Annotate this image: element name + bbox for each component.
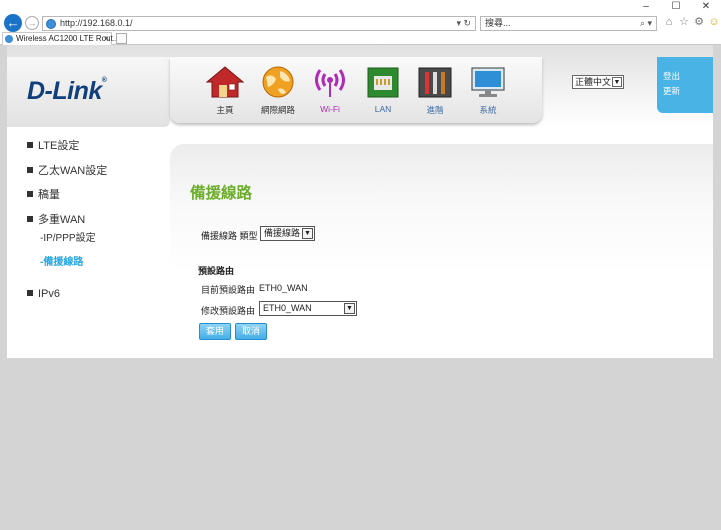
current-route-value: ETH0_WAN [259,283,308,293]
sidebar-item-traffic[interactable]: 稿量 [7,186,170,211]
bullet-icon [27,191,33,197]
nav-advanced[interactable]: 進階 [410,65,460,116]
main-content: 備援線路 備援線路 類型 備援線路 ▼ 預設路由 目前預設路由 ETH0_WAN… [170,144,713,358]
bullet-icon [27,215,33,222]
nav-internet-label: 網際網路 [260,105,295,115]
browser-tab[interactable]: Wireless AC1200 LTE Rout... × [2,32,119,45]
default-route-heading: 預設路由 [198,266,235,276]
bullet-icon [27,290,33,296]
address-text[interactable]: http://192.168.0.1/ [60,17,133,30]
refresh-icon[interactable]: ▾ ↻ [456,17,471,30]
sidebar-sub-backup-line[interactable]: -備援線路 [7,254,170,285]
chevron-down-icon: ▼ [344,303,355,314]
dlink-logo: D-Link® [27,77,107,105]
lan-icon [367,67,399,98]
backup-type-value: 備援線路 [264,228,301,238]
sidebar-sub-ip-ppp[interactable]: -IP/PPP設定 [7,230,170,255]
nav-home[interactable]: 主頁 [200,65,250,116]
ie-page-icon [46,19,56,29]
address-bar[interactable]: http://192.168.0.1/ ▾ ↻ [42,16,476,31]
nav-wifi[interactable]: Wi-Fi [305,65,355,114]
sidebar: LTE設定 乙太WAN設定 稿量 多重WAN -IP/PPP設定 -備援線路 I… [7,137,170,310]
wifi-icon [315,69,345,97]
minimize-button[interactable]: – [631,0,661,14]
backup-type-label: 備援線路 類型 [201,231,258,241]
browser-toolbar: ← → http://192.168.0.1/ ▾ ↻ 搜尋... ⌕ ▾ ⌂ … [0,14,721,32]
page-title: 備援線路 [190,185,253,202]
chevron-down-icon: ▼ [302,228,313,239]
nav-system[interactable]: 系統 [463,65,513,116]
sidebar-item-multi-wan[interactable]: 多重WAN [7,211,170,230]
globe-icon [262,66,294,98]
current-route-label: 目前預設路由 [201,285,256,295]
main-nav: 主頁 網際網路 Wi-Fi LAN 進階 系統 [170,57,542,123]
nav-home-label: 主頁 [216,105,234,115]
tab-close-icon[interactable]: × [104,33,109,45]
tab-favicon-icon [5,35,13,43]
nav-advanced-label: 進階 [426,105,444,115]
monitor-icon [471,67,505,97]
back-arrow-icon[interactable]: ← [4,14,22,32]
forward-arrow-icon[interactable]: → [25,16,39,30]
nav-lan[interactable]: LAN [358,65,408,114]
favorites-star-icon[interactable]: ☆ [678,15,690,29]
feedback-smiley-icon[interactable]: ☺ [708,15,720,29]
modify-route-select[interactable]: ETH0_WAN ▼ [259,301,357,316]
apply-button[interactable]: 套用 [199,323,231,340]
user-panel: 登出 更新 [657,57,713,113]
settings-gear-icon[interactable]: ⚙ [693,15,705,29]
router-page: D-Link® 主頁 網際網路 Wi-Fi LAN 進階 系統 正體中文 ▼ 登… [7,45,713,358]
search-box[interactable]: 搜尋... ⌕ ▾ [480,16,657,31]
home-icon [205,66,245,98]
chevron-down-icon: ▼ [612,77,622,87]
language-value: 正體中文 [575,77,612,87]
search-input[interactable]: 搜尋... [485,17,511,30]
nav-lan-label: LAN [374,104,392,114]
close-window-button[interactable]: ✕ [691,0,721,14]
logout-link[interactable]: 登出 [663,69,713,84]
maximize-button[interactable]: ☐ [661,0,691,14]
modify-route-value: ETH0_WAN [263,303,312,313]
sidebar-item-ethernet-wan[interactable]: 乙太WAN設定 [7,162,170,187]
nav-wifi-label: Wi-Fi [320,104,340,114]
language-select[interactable]: 正體中文 ▼ [572,75,624,89]
cancel-button[interactable]: 取消 [235,323,267,340]
search-icon[interactable]: ⌕ ▾ [640,17,652,30]
browser-titlebar: – ☐ ✕ [0,0,721,14]
new-tab-button[interactable] [116,33,127,44]
sidebar-item-ipv6[interactable]: IPv6 [7,285,170,310]
logo-panel: D-Link® [7,57,170,127]
modify-route-label: 修改預設路由 [201,306,256,316]
nav-internet[interactable]: 網際網路 [253,65,303,116]
bullet-icon [27,142,33,148]
home-browser-icon[interactable]: ⌂ [663,15,675,29]
tools-icon [418,67,452,98]
nav-system-label: 系統 [479,105,497,115]
bullet-icon [27,166,33,173]
tab-bar: Wireless AC1200 LTE Rout... × [0,32,721,45]
sidebar-item-lte[interactable]: LTE設定 [7,137,170,162]
refresh-link[interactable]: 更新 [663,84,713,99]
backup-type-select[interactable]: 備援線路 ▼ [260,226,315,241]
